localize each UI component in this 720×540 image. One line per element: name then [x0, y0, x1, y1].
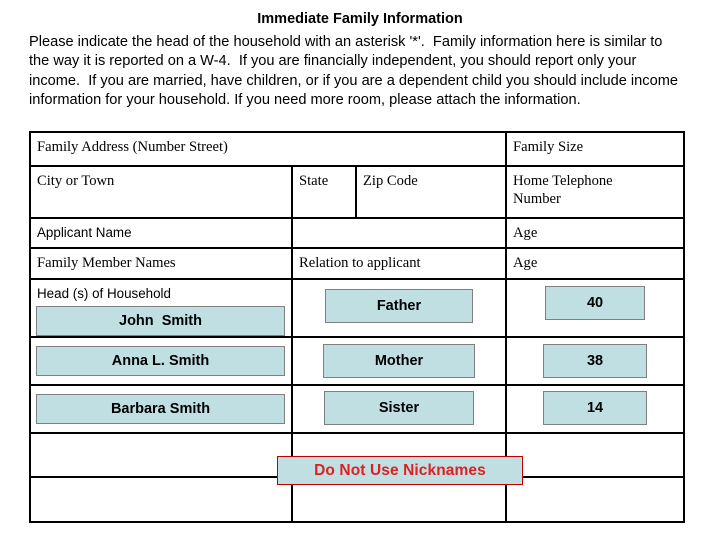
relation-to-applicant-label: Relation to applicant — [299, 255, 421, 271]
family-address-label: Family Address (Number Street) — [37, 139, 228, 155]
member-1-relation-value[interactable]: Father — [325, 289, 473, 323]
applicant-name-label: Applicant Name — [37, 225, 132, 240]
cell-member-5-name[interactable] — [29, 476, 293, 523]
cell-member-3-relation[interactable]: Sister — [290, 384, 508, 434]
cell-member-3-age[interactable]: 14 — [505, 384, 686, 434]
cell-applicant-middle[interactable] — [290, 217, 508, 249]
table-row-member-3: Barbara Smith Sister 14 — [29, 384, 686, 434]
member-5-age-value — [507, 478, 683, 495]
cell-member-3-name[interactable]: Barbara Smith — [29, 384, 293, 434]
family-size-label: Family Size — [513, 139, 584, 155]
table-row-applicant: Applicant Name Age — [29, 217, 686, 249]
cell-member-4-name[interactable] — [29, 432, 293, 478]
cell-home-telephone[interactable]: Home Telephone Number — [505, 165, 686, 219]
table-row-member-headers: Family Member Names Relation to applican… — [29, 247, 686, 280]
state-label: State — [299, 173, 329, 189]
member-age-label: Age — [513, 255, 538, 271]
member-4-age-value — [507, 434, 683, 451]
member-2-age-value[interactable]: 38 — [543, 344, 648, 378]
member-5-name-value — [31, 478, 291, 495]
member-1-age-value[interactable]: 40 — [545, 286, 646, 320]
table-row-member-1: Head (s) of Household John Smith Father … — [29, 278, 686, 338]
member-2-name-value[interactable]: Anna L. Smith — [36, 346, 285, 376]
member-4-name-value — [31, 434, 291, 451]
city-or-town-label: City or Town — [37, 173, 115, 189]
zip-code-label: Zip Code — [363, 173, 418, 189]
member-2-relation-value[interactable]: Mother — [323, 344, 475, 378]
cell-city-or-town[interactable]: City or Town — [29, 165, 293, 219]
member-1-name-value[interactable]: John Smith — [36, 306, 285, 336]
cell-member-5-age[interactable] — [505, 476, 686, 523]
table-row-address: Family Address (Number Street) Family Si… — [28, 131, 686, 167]
cell-family-member-names[interactable]: Family Member Names — [29, 247, 293, 280]
home-telephone-label: Home Telephone Number — [513, 173, 613, 207]
do-not-use-nicknames-callout[interactable]: Do Not Use Nicknames — [277, 456, 523, 485]
cell-state[interactable]: State — [291, 165, 357, 219]
cell-member-1-age[interactable]: 40 — [505, 278, 686, 338]
cell-family-address[interactable]: Family Address (Number Street) — [28, 131, 508, 167]
page-title: Immediate Family Information — [257, 11, 463, 27]
cell-member-age[interactable]: Age — [505, 247, 686, 280]
member-3-relation-value[interactable]: Sister — [324, 391, 474, 425]
cell-applicant-name[interactable]: Applicant Name — [29, 217, 293, 249]
member-3-name-value[interactable]: Barbara Smith — [36, 394, 285, 424]
cell-member-4-age[interactable] — [505, 432, 686, 478]
member-4-relation-value — [293, 434, 505, 451]
intro-instructions: Please indicate the head of the househol… — [29, 34, 683, 109]
cell-zip-code[interactable]: Zip Code — [354, 165, 508, 219]
cell-member-1-relation[interactable]: Father — [290, 278, 508, 338]
member-3-age-value[interactable]: 14 — [543, 391, 648, 425]
applicant-age-label: Age — [513, 225, 538, 241]
cell-relation-to-applicant[interactable]: Relation to applicant — [290, 247, 508, 280]
cell-applicant-age[interactable]: Age — [505, 217, 686, 249]
cell-family-size[interactable]: Family Size — [505, 131, 686, 167]
cell-member-2-age[interactable]: 38 — [505, 336, 686, 386]
table-row-city-state-zip: City or Town State Zip Code Home Telepho… — [29, 165, 686, 219]
cell-member-1-name[interactable]: Head (s) of Household John Smith — [29, 278, 293, 338]
applicant-middle-label — [293, 219, 505, 236]
table-row-member-2: Anna L. Smith Mother 38 — [29, 336, 686, 386]
form-page: Immediate Family Information Please indi… — [0, 0, 720, 540]
family-member-names-label: Family Member Names — [37, 255, 176, 271]
cell-member-2-name[interactable]: Anna L. Smith — [29, 336, 293, 386]
cell-member-2-relation[interactable]: Mother — [290, 336, 508, 386]
head-of-household-label: Head (s) of Household — [37, 286, 171, 301]
